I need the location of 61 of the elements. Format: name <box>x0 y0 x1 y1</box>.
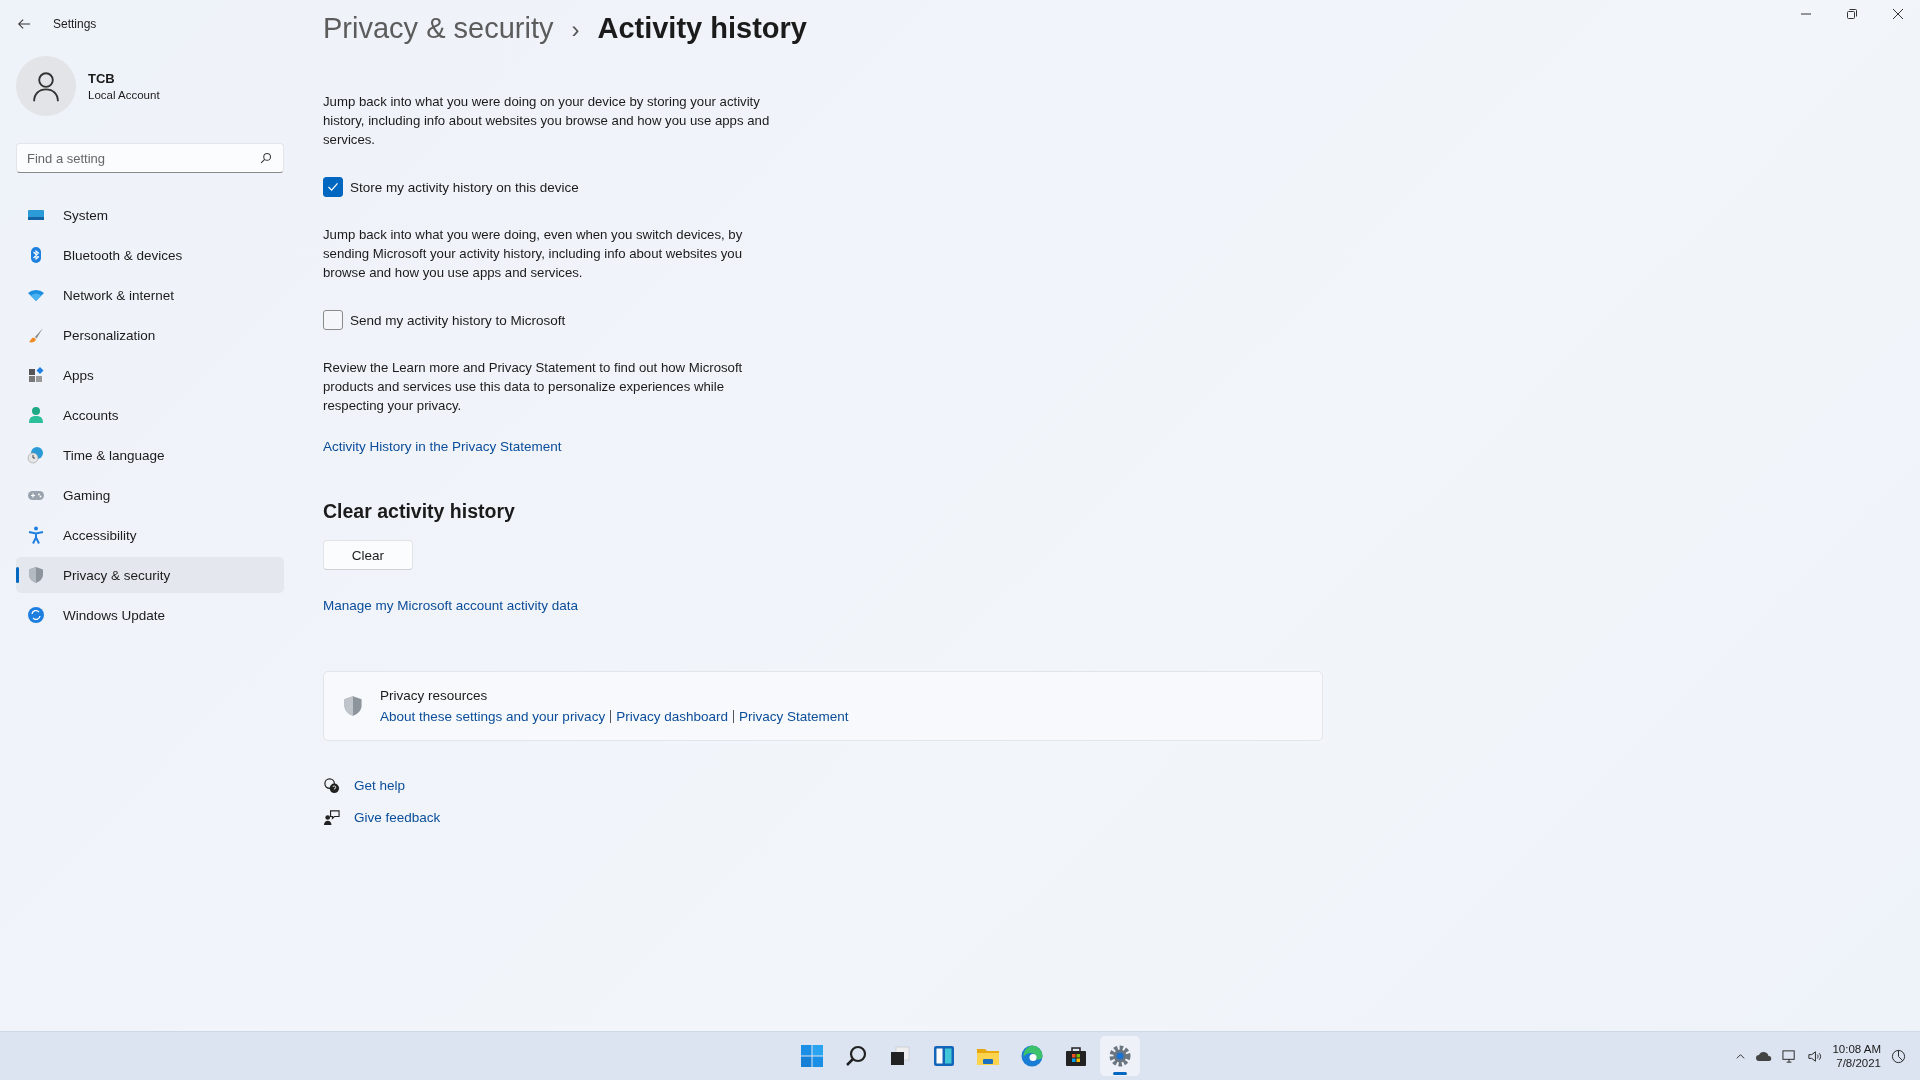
description-text: Jump back into what you were doing, even when you switch devices, by sending Microsoft your activity history, including info about websites you browse and how you use apps and services. <box>323 226 744 282</box>
nav-item[interactable]: Accounts <box>16 397 284 433</box>
back-icon[interactable] <box>17 17 31 31</box>
restore-icon[interactable] <box>1846 8 1858 20</box>
nav-item[interactable]: Apps <box>16 357 284 393</box>
nav-item[interactable]: Privacy & security <box>16 557 284 593</box>
account-name: TCB <box>88 71 116 86</box>
update-icon <box>27 606 45 624</box>
card-title: Privacy resources <box>380 688 489 703</box>
checkbox-label: Send my activity history to Microsoft <box>350 312 566 328</box>
help-icon <box>323 777 340 794</box>
gear-icon <box>1108 1044 1132 1068</box>
apps-icon <box>27 366 45 384</box>
section-heading: Clear activity history <box>323 500 515 523</box>
resource-link[interactable]: About these settings and your privacy <box>380 709 606 724</box>
globe-clock-icon <box>27 446 45 464</box>
feedback-icon <box>323 809 340 826</box>
shield-icon <box>27 566 45 584</box>
privacy-statement-link[interactable]: Activity History in the Privacy Statement <box>323 439 562 454</box>
manage-activity-link[interactable]: Manage my Microsoft account activity data <box>323 598 579 613</box>
person-icon <box>27 406 45 424</box>
clock-time[interactable]: 10:08 AM <box>1832 1042 1881 1056</box>
checkbox[interactable] <box>323 177 343 197</box>
help-link[interactable]: Get help <box>354 778 406 793</box>
search-field[interactable]: Find a setting <box>16 143 284 173</box>
accessibility-icon <box>27 526 45 544</box>
account-type: Local Account <box>88 89 160 101</box>
nav-item[interactable]: Accessibility <box>16 517 284 553</box>
nav-item[interactable]: Gaming <box>16 477 284 513</box>
close-icon[interactable] <box>1892 8 1904 20</box>
resource-link[interactable]: Privacy Statement <box>738 709 849 724</box>
breadcrumb-separator: › <box>571 16 580 44</box>
monitor-icon[interactable] <box>1782 1048 1798 1064</box>
shield-icon <box>342 695 364 717</box>
widgets-icon <box>932 1044 956 1068</box>
shopping-bag-icon <box>1064 1044 1088 1068</box>
search-icon <box>260 152 272 164</box>
nav-item[interactable]: Windows Update <box>16 597 284 633</box>
nav-item[interactable]: System <box>16 197 284 233</box>
nav-item[interactable]: Bluetooth & devices <box>16 237 284 273</box>
help-link[interactable]: Give feedback <box>354 810 441 825</box>
cloud-icon[interactable] <box>1756 1050 1773 1062</box>
clear-button[interactable]: Clear <box>323 540 413 570</box>
nav-item[interactable]: Personalization <box>16 317 284 353</box>
description-text: Jump back into what you were doing on your device by storing your activity history, including info about websites you browse and how you use apps and services. <box>323 93 771 149</box>
description-text: Review the Learn more and Privacy Statement to find out how Microsoft products and services use this data to personalize experiences while respecting your privacy. <box>323 359 744 415</box>
checkbox-label: Store my activity history on this device <box>350 179 579 195</box>
windows-logo-icon <box>800 1044 824 1068</box>
settings-app-button[interactable] <box>1100 1036 1140 1076</box>
checkbox[interactable] <box>323 310 343 330</box>
window-title: Settings <box>53 17 97 31</box>
page-title: Activity history <box>597 12 807 45</box>
search-icon <box>844 1044 868 1068</box>
resource-link[interactable]: Privacy dashboard <box>616 709 728 724</box>
speaker-icon[interactable] <box>1807 1048 1823 1064</box>
nav-item[interactable]: Network & internet <box>16 277 284 313</box>
clock-date[interactable]: 7/8/2021 <box>1836 1056 1881 1070</box>
task-view-icon <box>888 1044 912 1068</box>
browser-icon <box>1020 1044 1044 1068</box>
breadcrumb-parent[interactable]: Privacy & security <box>323 12 554 45</box>
nav-item[interactable]: Time & language <box>16 437 284 473</box>
